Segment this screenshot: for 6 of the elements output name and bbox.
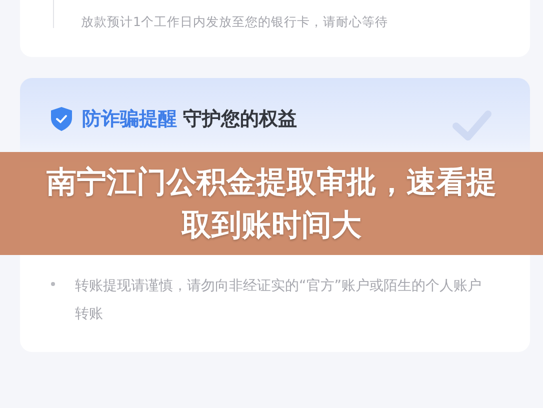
shield-icon <box>51 107 72 131</box>
bullet-icon <box>51 282 55 286</box>
notice-title: 防诈骗提醒 守护您的权益 <box>82 107 297 132</box>
step-description: 放款预计1个工作日内发放至您的银行卡，请耐心等待 <box>81 14 388 31</box>
headline: 南宁江门公积金提取审批，速看提取到账时间大 <box>46 164 498 244</box>
tip-text: 转账提现请谨慎，请勿向非经证实的“官方”账户或陌生的个人账户转账 <box>75 277 483 324</box>
